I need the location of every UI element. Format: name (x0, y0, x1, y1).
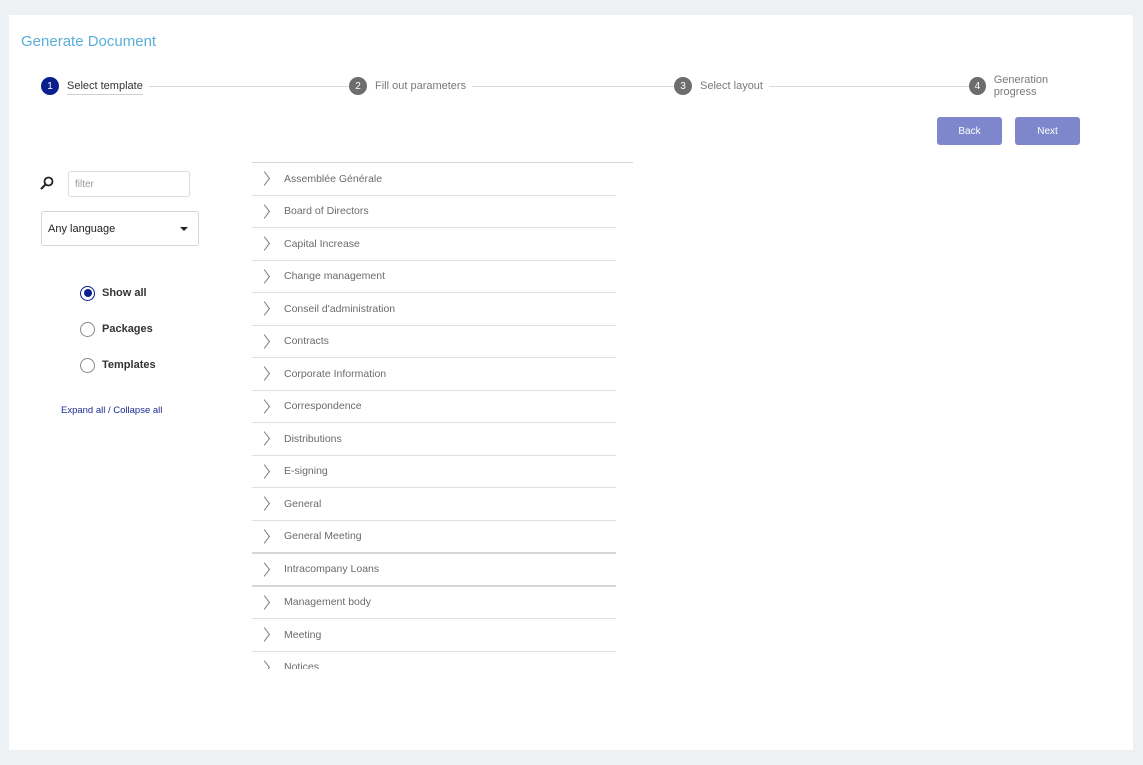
step-label: Generation progress (993, 74, 1093, 98)
chevron-right-icon[interactable] (259, 236, 270, 252)
tree-item[interactable]: Assemblée Générale (252, 163, 616, 196)
chevron-right-icon[interactable] (259, 594, 270, 610)
search-icon (40, 176, 54, 190)
step-label: Select template (67, 80, 143, 95)
step-number: 1 (41, 77, 59, 95)
tree-item-label: Meeting (284, 628, 322, 641)
filter-input[interactable] (68, 171, 190, 197)
radio-label: Templates (102, 359, 156, 371)
chevron-right-icon[interactable] (259, 627, 270, 643)
chevron-right-icon[interactable] (259, 496, 270, 512)
chevron-right-icon[interactable] (259, 659, 270, 669)
tree-item-label: Notices (284, 661, 320, 669)
radio-show-all[interactable]: Show all (80, 284, 156, 302)
language-select-value: Any language (48, 222, 116, 235)
tree-item[interactable]: Capital Increase (252, 228, 616, 261)
radio-circle[interactable] (80, 357, 95, 373)
tree-item[interactable]: Management body (252, 587, 616, 619)
step-number: 3 (674, 77, 692, 95)
expand-collapse-all-link[interactable]: Expand all / Collapse all (61, 405, 162, 416)
tree-item[interactable]: Contracts (252, 326, 616, 358)
radio-circle[interactable] (80, 321, 95, 337)
step-select-layout[interactable]: 3 Select layout (674, 77, 769, 95)
chevron-right-icon[interactable] (259, 203, 270, 219)
tree-item-label: Conseil d'administration (284, 302, 396, 315)
language-select[interactable]: Any language (41, 211, 199, 246)
step-fill-out-parameters[interactable]: 2 Fill out parameters (349, 77, 473, 95)
tree-item[interactable]: Conseil d'administration (252, 293, 616, 326)
tree-item[interactable]: Correspondence (252, 391, 616, 423)
radio-circle[interactable] (80, 285, 95, 301)
tree-item[interactable]: Corporate Information (252, 358, 616, 391)
tree-item[interactable]: Board of Directors (252, 196, 616, 228)
page-title: Generate Document (21, 33, 157, 50)
tree-item[interactable]: General Meeting (252, 521, 616, 554)
tree-item[interactable]: Distributions (252, 423, 616, 456)
tree-item-label: Intracompany Loans (284, 563, 380, 575)
step-label: Fill out parameters (375, 80, 473, 92)
step-select-template[interactable]: 1 Select template (41, 77, 143, 95)
template-tree[interactable]: Assemblée Générale Board of Directors Ca… (252, 163, 616, 669)
tree-item-label: Contracts (284, 335, 329, 348)
next-button[interactable]: Next (1015, 117, 1080, 145)
tree-item-label: Capital Increase (284, 237, 360, 250)
radio-packages[interactable]: Packages (80, 320, 156, 338)
step-connector (149, 86, 349, 87)
chevron-right-icon[interactable] (259, 561, 270, 577)
step-generation-progress[interactable]: 4 Generation progress (969, 74, 1093, 98)
tree-item[interactable]: Notices (252, 652, 616, 669)
tree-item-label: Management body (284, 596, 371, 609)
step-connector (471, 86, 676, 87)
step-number: 2 (349, 77, 367, 95)
tree-item[interactable]: Meeting (252, 619, 616, 652)
tree-item[interactable]: Change management (252, 261, 616, 293)
chevron-right-icon[interactable] (259, 431, 270, 447)
tree-item-label: Change management (284, 270, 385, 283)
tree-item-label: General (284, 497, 322, 510)
view-filter-radio-group: Show all Packages Templates (80, 284, 156, 392)
chevron-down-icon (180, 227, 188, 231)
chevron-right-icon[interactable] (259, 398, 270, 414)
tree-item-label: Correspondence (284, 400, 362, 413)
radio-label: Packages (102, 323, 153, 335)
step-label: Select layout (700, 80, 769, 92)
radio-label: Show all (102, 287, 147, 299)
chevron-right-icon[interactable] (259, 463, 270, 479)
tree-item[interactable]: Intracompany Loans (252, 554, 616, 587)
chevron-right-icon[interactable] (259, 268, 270, 284)
tree-item[interactable]: E-signing (252, 456, 616, 488)
tree-item-label: Corporate Information (284, 367, 387, 380)
chevron-right-icon[interactable] (259, 171, 270, 187)
step-number: 4 (969, 77, 986, 95)
chevron-right-icon[interactable] (259, 301, 270, 317)
tree-item-label: Distributions (284, 432, 342, 445)
radio-templates[interactable]: Templates (80, 356, 156, 374)
back-button[interactable]: Back (937, 117, 1002, 145)
tree-item-label: Board of Directors (284, 205, 369, 218)
step-connector (769, 86, 969, 87)
tree-item-label: General Meeting (284, 530, 362, 542)
wizard-stepper: 1 Select template 2 Fill out parameters … (41, 74, 1093, 98)
chevron-right-icon[interactable] (259, 333, 270, 349)
chevron-right-icon[interactable] (259, 528, 270, 544)
chevron-right-icon[interactable] (259, 366, 270, 382)
tree-item[interactable]: General (252, 488, 616, 521)
tree-item-label: E-signing (284, 465, 328, 478)
tree-item-label: Assemblée Générale (284, 172, 383, 185)
